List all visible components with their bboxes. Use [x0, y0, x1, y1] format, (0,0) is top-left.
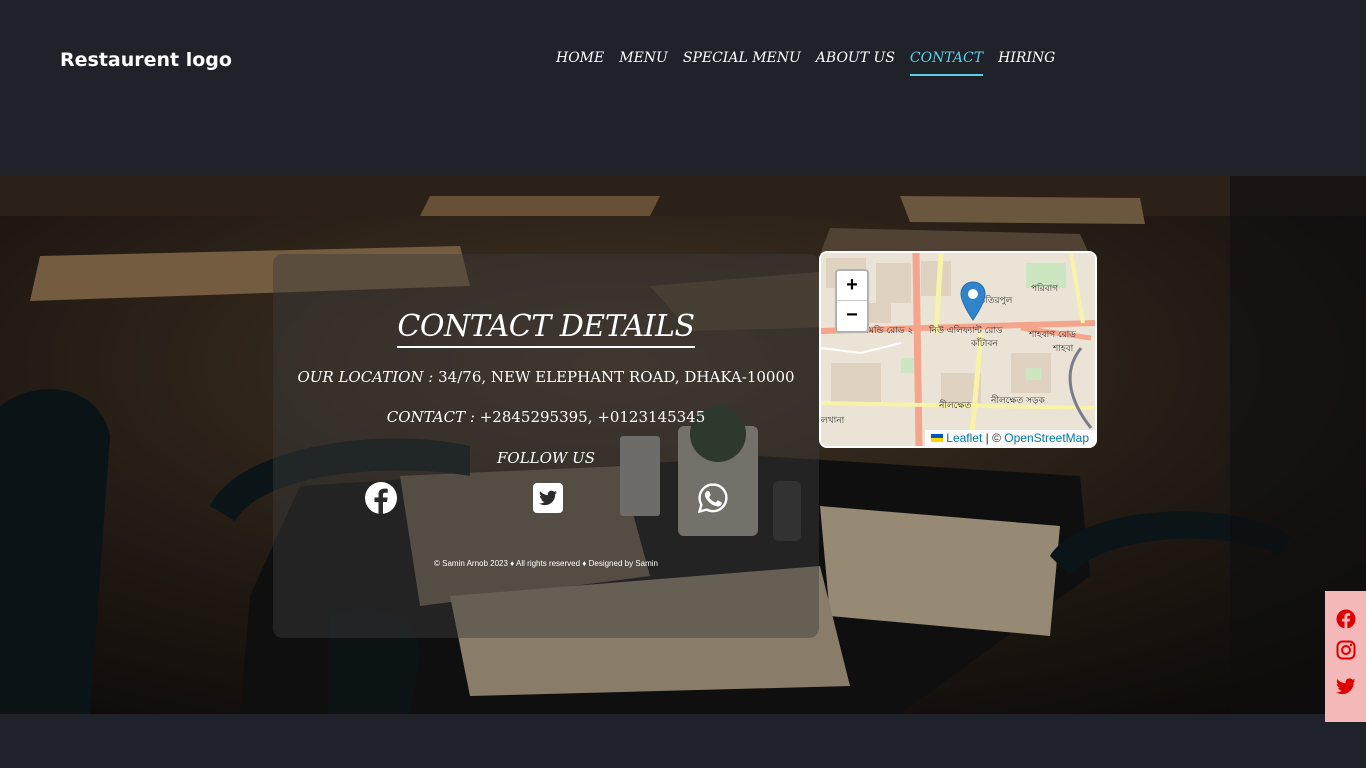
ukraine-flag-icon: [930, 434, 943, 442]
contact-value: +2845295395, +0123145345: [474, 408, 706, 426]
twitter-icon[interactable]: [532, 482, 564, 514]
contact-line: CONTACT : +2845295395, +0123145345: [273, 408, 819, 426]
navbar: Restaurent logo HOME MENU SPECIAL MENU A…: [0, 0, 1366, 176]
twitter-icon[interactable]: [1336, 676, 1356, 696]
follow-us-label: FOLLOW US: [496, 449, 596, 467]
contact-title: CONTACT DETAILS: [273, 309, 819, 348]
main-nav: HOME MENU SPECIAL MENU ABOUT US CONTACT …: [556, 50, 1070, 76]
map-label-nilkhet-road: নীলক্ষেত সড়ক: [990, 394, 1046, 406]
map-attribution: Leaflet | © OpenStreetMap: [924, 430, 1095, 446]
whatsapp-icon[interactable]: [697, 482, 729, 514]
map-label-nilkhet: নীলক্ষেত: [938, 399, 972, 411]
map-label-shahbag-road: শাহবাগ রোড: [1028, 330, 1076, 340]
map-label-paribag: পরিবাগ: [1031, 283, 1059, 294]
instagram-icon[interactable]: [1336, 640, 1356, 660]
nav-special-menu[interactable]: SPECIAL MENU: [683, 50, 801, 76]
zoom-out-button[interactable]: −: [837, 301, 867, 330]
social-links: [273, 482, 819, 514]
map-marker-icon[interactable]: [960, 281, 986, 321]
site-logo[interactable]: Restaurent logo: [60, 49, 232, 71]
map-label-katabon: কাঁটাবন: [970, 337, 998, 349]
nav-hiring[interactable]: HIRING: [998, 50, 1055, 76]
copyright-footer: © Samin Arnob 2023 ♦ All rights reserved…: [434, 559, 658, 568]
nav-about-us[interactable]: ABOUT US: [816, 50, 895, 76]
map-label-shahba: শাহবা: [1052, 344, 1074, 354]
attribution-separator: | ©: [982, 431, 1005, 445]
nav-home[interactable]: HOME: [556, 50, 604, 76]
contact-title-text: CONTACT DETAILS: [397, 309, 695, 348]
map-zoom-controls: + −: [835, 269, 869, 333]
location-label: OUR LOCATION :: [297, 368, 434, 386]
contact-label: CONTACT :: [386, 408, 475, 426]
zoom-in-button[interactable]: +: [837, 271, 867, 301]
floating-social-bar: [1325, 591, 1366, 722]
map-label-lkhana: লখানা: [821, 416, 845, 426]
nav-contact[interactable]: CONTACT: [909, 50, 984, 76]
facebook-icon[interactable]: [1336, 609, 1356, 629]
leaflet-link[interactable]: Leaflet: [946, 431, 982, 445]
contact-card: CONTACT DETAILS OUR LOCATION : 34/76, NE…: [273, 254, 819, 638]
map-label-new-elephant: নিউ এলিফ্যান্ট রোড: [928, 324, 1003, 336]
location-map[interactable]: পরিবাগ ভিতিরপুল ধানমন্ডি রোড ২ নিউ এলিফ্…: [819, 251, 1097, 448]
nav-menu[interactable]: MENU: [619, 50, 668, 76]
openstreetmap-link[interactable]: OpenStreetMap: [1004, 431, 1089, 445]
location-line: OUR LOCATION : 34/76, NEW ELEPHANT ROAD,…: [273, 368, 819, 386]
location-value: 34/76, NEW ELEPHANT ROAD, DHAKA-10000: [433, 368, 795, 386]
facebook-icon[interactable]: [365, 482, 397, 514]
